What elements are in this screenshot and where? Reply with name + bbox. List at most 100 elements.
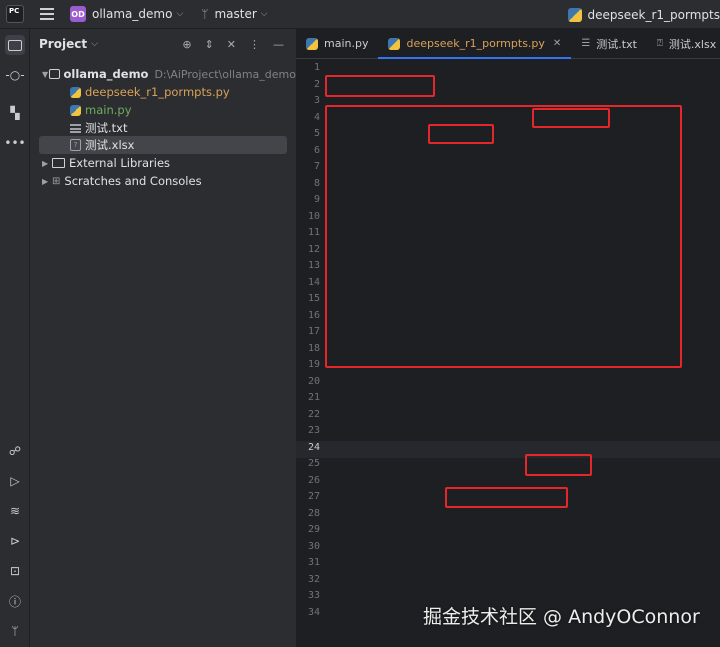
tree-item-file-selected[interactable]: ? 测试.xlsx — [39, 136, 287, 154]
line-number: 1 — [313, 62, 320, 73]
layers-icon: ≋ — [9, 504, 21, 518]
folder-icon — [8, 39, 22, 51]
tree-file-label: main.py — [85, 103, 132, 117]
chevron-down-icon[interactable]: ▼ — [42, 70, 49, 79]
project-panel: Project ⌵ ⊕ ⇕ ✕ ⋮ — ▼ ollama_demo D:\AiP… — [30, 29, 296, 647]
layers-tool-button[interactable]: ≋ — [5, 501, 25, 521]
line-number: 5 — [313, 128, 320, 139]
text-file-icon: ☰ — [581, 38, 591, 49]
line-number: 9 — [313, 194, 320, 205]
collapse-all-icon[interactable]: ✕ — [227, 38, 236, 51]
tab-label: main.py — [324, 37, 369, 50]
title-bar: PC OD ollama_demo ⌵ ᛘ master ⌵ deepseek_… — [0, 0, 720, 29]
project-panel-title[interactable]: Project — [39, 37, 87, 51]
text-file-icon — [70, 123, 81, 133]
locate-icon[interactable]: ⊕ — [182, 38, 191, 51]
run-config-selector[interactable]: deepseek_r1_pormpts — [567, 0, 720, 29]
project-name[interactable]: ollama_demo — [92, 7, 172, 21]
run-tool-button[interactable]: ▷ — [5, 471, 25, 491]
tree-item-file[interactable]: 测试.txt — [30, 119, 296, 137]
line-number: 18 — [307, 342, 320, 354]
line-number: 33 — [307, 590, 320, 601]
line-number: 14 — [307, 276, 320, 288]
line-number: 22 — [307, 408, 320, 420]
line-number: 32 — [307, 573, 320, 585]
chevron-down-icon[interactable]: ⌵ — [261, 9, 268, 19]
line-number: 25 — [307, 458, 320, 469]
tab-main-py[interactable]: main.py — [296, 29, 378, 59]
structure-tool-button[interactable]: ▚ — [5, 103, 25, 123]
line-number: 28 — [307, 507, 320, 519]
line-number: 24 — [307, 441, 320, 453]
watermark-text: 掘金技术社区 @ AndyOConnor — [423, 606, 700, 628]
commit-tool-button[interactable]: -○- — [5, 65, 25, 85]
chevron-down-icon[interactable]: ⌵ — [91, 39, 98, 49]
python-file-icon — [70, 86, 81, 98]
line-number: 31 — [307, 557, 320, 568]
tree-root-path: D:\AiProject\ollama_demo — [154, 67, 296, 81]
git-tool-button[interactable]: ᛘ — [5, 621, 25, 641]
line-number: 4 — [313, 111, 320, 123]
expand-all-icon[interactable]: ⇕ — [205, 38, 214, 51]
chevron-right-icon[interactable]: ▶ — [42, 177, 52, 186]
line-number: 29 — [307, 524, 320, 535]
unknown-file-icon: ? — [70, 139, 81, 151]
tree-root-label: ollama_demo — [63, 67, 149, 81]
python-icon: ☍ — [8, 444, 22, 458]
hide-icon[interactable]: — — [273, 38, 284, 51]
line-number: 3 — [313, 95, 320, 106]
tab-label: 测试.txt — [596, 37, 637, 51]
library-icon — [52, 158, 65, 168]
main-menu-icon[interactable] — [40, 8, 54, 20]
line-number: 19 — [307, 359, 320, 370]
line-number: 23 — [307, 425, 320, 436]
terminal-icon: ⊡ — [9, 564, 21, 578]
problems-tool-button[interactable]: ⓘ — [5, 591, 25, 611]
line-number: 8 — [313, 177, 320, 189]
options-icon[interactable]: ⋮ — [249, 38, 260, 51]
python-file-icon — [70, 104, 81, 116]
git-branch-icon: ᛘ — [201, 7, 209, 21]
close-icon[interactable]: ✕ — [553, 38, 561, 49]
tree-file-label: deepseek_r1_pormpts.py — [85, 85, 230, 99]
tab-txt[interactable]: ☰ 测试.txt — [571, 29, 647, 59]
tree-item-file[interactable]: main.py — [30, 101, 296, 119]
tree-item-root[interactable]: ▼ ollama_demo D:\AiProject\ollama_demo — [30, 65, 296, 83]
terminal-tool-button[interactable]: ⊡ — [5, 561, 25, 581]
folder-icon — [49, 69, 60, 79]
project-tool-button[interactable] — [5, 35, 25, 55]
python-packages-button[interactable]: ☍ — [5, 441, 25, 461]
project-badge[interactable]: OD — [70, 6, 86, 22]
tree-item-external-libraries[interactable]: ▶ External Libraries — [30, 154, 296, 172]
services-tool-button[interactable]: ⊳ — [5, 531, 25, 551]
line-number: 13 — [307, 260, 320, 271]
chevron-down-icon[interactable]: ⌵ — [176, 9, 183, 19]
line-number: 16 — [307, 309, 320, 321]
run-icon: ▷ — [10, 474, 20, 488]
annotation-box-sheet — [428, 124, 494, 144]
structure-icon: ▚ — [10, 106, 20, 120]
code-editor[interactable]: 1 2 3 4 5 6 7 8 9 10 11 12 13 14 15 16 1… — [296, 59, 720, 647]
python-file-icon — [306, 37, 318, 50]
annotation-box-content-string — [445, 487, 568, 508]
tab-xlsx[interactable]: ⍰ 测试.xlsx — [647, 29, 720, 59]
problems-icon: ⓘ — [8, 594, 21, 609]
project-panel-header: Project ⌵ ⊕ ⇕ ✕ ⋮ — — [30, 29, 296, 59]
tree-label: External Libraries — [69, 156, 171, 170]
scratches-icon: ⊞ — [52, 175, 61, 187]
line-number: 11 — [307, 227, 320, 238]
line-number: 27 — [307, 491, 320, 502]
run-config-label[interactable]: deepseek_r1_pormpts — [588, 8, 720, 22]
tab-label: 测试.xlsx — [668, 37, 717, 51]
more-tools-button[interactable]: ••• — [4, 133, 25, 153]
tab-deepseek-r1-pormpts-py[interactable]: deepseek_r1_pormpts.py ✕ — [378, 29, 572, 59]
line-number: 2 — [313, 78, 320, 90]
unknown-file-icon: ⍰ — [656, 38, 663, 49]
git-branch-name[interactable]: master — [214, 7, 256, 21]
chevron-right-icon[interactable]: ▶ — [42, 159, 52, 168]
tree-file-label: 测试.txt — [85, 121, 128, 135]
tree-item-file[interactable]: deepseek_r1_pormpts.py — [30, 83, 296, 101]
annotation-box-filename — [532, 108, 610, 128]
tree-item-scratches[interactable]: ▶ ⊞ Scratches and Consoles — [30, 172, 296, 190]
line-number-gutter: 1 2 3 4 5 6 7 8 9 10 11 12 13 14 15 16 1… — [296, 59, 336, 647]
